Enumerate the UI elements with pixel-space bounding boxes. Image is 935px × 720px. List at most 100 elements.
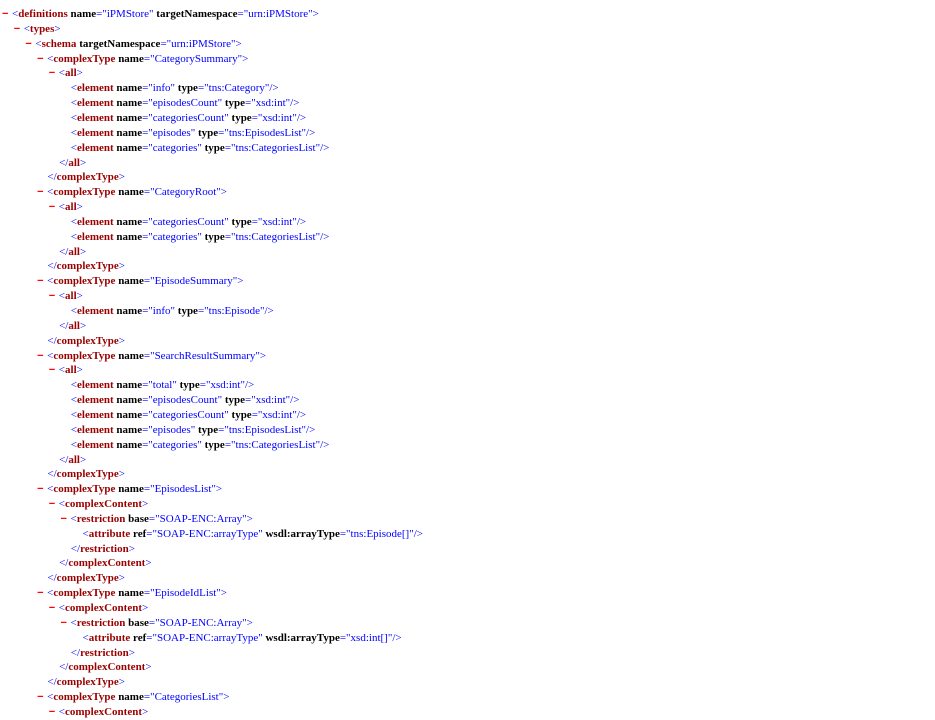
tag-bracket: > [76, 67, 83, 80]
attribute-equals: =" [142, 379, 153, 392]
xml-tag: <element name="episodes" type="tns:Episo… [71, 423, 316, 438]
tag-bracket: > [118, 676, 125, 689]
collapse-toggle-icon[interactable]: − [14, 22, 20, 37]
attribute-equals: =" [339, 631, 351, 644]
attribute-quote: " [170, 82, 176, 95]
collapse-toggle-icon[interactable]: − [49, 601, 55, 616]
attribute-value: EpisodesList [154, 483, 212, 496]
tag-name: complexType [56, 572, 119, 585]
xml-tag: <complexType name="EpisodesList"> [47, 482, 222, 497]
tag-bracket: > [237, 275, 244, 288]
tag-bracket: > [118, 171, 125, 184]
tag-name: element [77, 215, 114, 228]
tag-name: complexType [56, 676, 119, 689]
attribute-quote: " [258, 631, 263, 644]
xml-tag: <all> [59, 66, 83, 81]
attribute-name: name [116, 438, 143, 451]
xml-tag: <definitions name="iPMStore" targetNames… [12, 7, 319, 22]
collapse-toggle-icon[interactable]: − [37, 586, 43, 601]
xml-tag: </complexType> [47, 259, 125, 274]
attribute-quote: " [197, 141, 202, 154]
attribute-name: name [116, 111, 143, 124]
tag-bracket: > [145, 557, 152, 570]
xml-tag: <restriction base="SOAP-ENC:Array"> [71, 616, 253, 631]
attribute-name: type [224, 97, 245, 110]
attribute-quote: " [217, 97, 223, 110]
collapse-toggle-icon[interactable]: − [37, 185, 43, 200]
tag-name: definitions [18, 8, 68, 20]
attribute-value: iPMStore [106, 8, 150, 20]
attribute-value: EpisodeSummary [154, 275, 233, 288]
collapse-toggle-icon[interactable]: − [2, 7, 8, 22]
collapse-toggle-icon[interactable]: − [49, 497, 55, 512]
attribute-name: type [204, 438, 225, 451]
xml-tag: <complexContent> [59, 497, 148, 512]
attribute-equals: =" [148, 512, 160, 525]
attribute-quote: " [190, 423, 196, 436]
collapse-toggle-icon[interactable]: − [49, 200, 55, 215]
tag-name: restriction [76, 616, 126, 629]
xml-tag: <all> [59, 289, 83, 304]
attribute-name: ref [133, 631, 147, 644]
collapse-toggle-icon[interactable]: − [49, 363, 55, 378]
xml-tag: <complexContent> [59, 705, 148, 720]
collapse-toggle-icon[interactable]: − [37, 274, 43, 289]
collapse-toggle-icon[interactable]: − [49, 66, 55, 81]
tag-name: element [77, 305, 114, 317]
attribute-name: wsdl:arrayType [265, 631, 340, 644]
attribute-value: xsd:int [262, 408, 293, 421]
tag-bracket: </ [59, 319, 69, 332]
collapse-toggle-icon[interactable]: − [37, 482, 43, 497]
attribute-name: base [128, 616, 149, 629]
collapse-toggle-icon[interactable]: − [37, 52, 43, 67]
xml-tag: <restriction base="SOAP-ENC:Array"> [71, 512, 253, 527]
attribute-value: total [152, 379, 173, 392]
xml-tag: </complexType> [47, 334, 125, 349]
collapse-toggle-icon[interactable]: − [25, 37, 31, 52]
collapse-toggle-icon[interactable]: − [37, 349, 43, 364]
tag-name: all [65, 201, 77, 214]
attribute-equals: =" [339, 527, 351, 540]
attribute-equals: =" [197, 82, 209, 95]
attribute-name: type [204, 141, 225, 154]
collapse-toggle-icon[interactable]: − [61, 512, 67, 527]
tag-bracket: /> [392, 631, 402, 644]
tag-bracket: > [118, 572, 125, 585]
tag-bracket: </ [47, 171, 57, 184]
attribute-equals: =" [142, 394, 153, 407]
attribute-equals: =" [160, 37, 172, 50]
tag-bracket: > [79, 156, 87, 169]
collapse-toggle-icon[interactable]: − [49, 289, 55, 304]
attribute-name: type [177, 305, 198, 317]
attribute-value: tns:EpisodesList [228, 423, 302, 436]
attribute-quote: " [197, 438, 202, 451]
xml-tag: <element name="categories" type="tns:Cat… [71, 438, 330, 453]
tag-bracket: > [145, 661, 152, 674]
attribute-quote: " [224, 215, 229, 228]
tag-bracket: > [220, 587, 227, 600]
tag-bracket: > [215, 483, 223, 496]
tag-name: complexType [56, 334, 119, 347]
attribute-name: name [118, 186, 144, 199]
attribute-value: CategoryRoot [154, 186, 217, 199]
xml-tag: </all> [59, 319, 86, 334]
attribute-quote: " [224, 111, 229, 124]
tag-name: complexType [56, 468, 119, 481]
tag-bracket: > [118, 334, 125, 347]
tag-bracket: </ [70, 542, 81, 555]
xml-tag: </all> [59, 245, 86, 260]
tag-bracket: > [246, 512, 253, 525]
attribute-equals: =" [148, 616, 160, 629]
collapse-toggle-icon[interactable]: − [37, 690, 43, 705]
attribute-value: CategoriesList [154, 691, 219, 704]
collapse-toggle-icon[interactable]: − [49, 705, 55, 720]
tag-name: element [77, 97, 114, 110]
attribute-equals: =" [146, 631, 157, 644]
collapse-toggle-icon[interactable]: − [61, 616, 67, 631]
tag-name: complexType [53, 483, 116, 496]
tag-bracket: /> [296, 215, 307, 228]
xml-tag: <complexType name="SearchResultSummary"> [47, 349, 266, 364]
tag-name: complexContent [65, 705, 143, 718]
attribute-quote: " [217, 394, 223, 407]
tag-bracket: /> [320, 230, 330, 243]
